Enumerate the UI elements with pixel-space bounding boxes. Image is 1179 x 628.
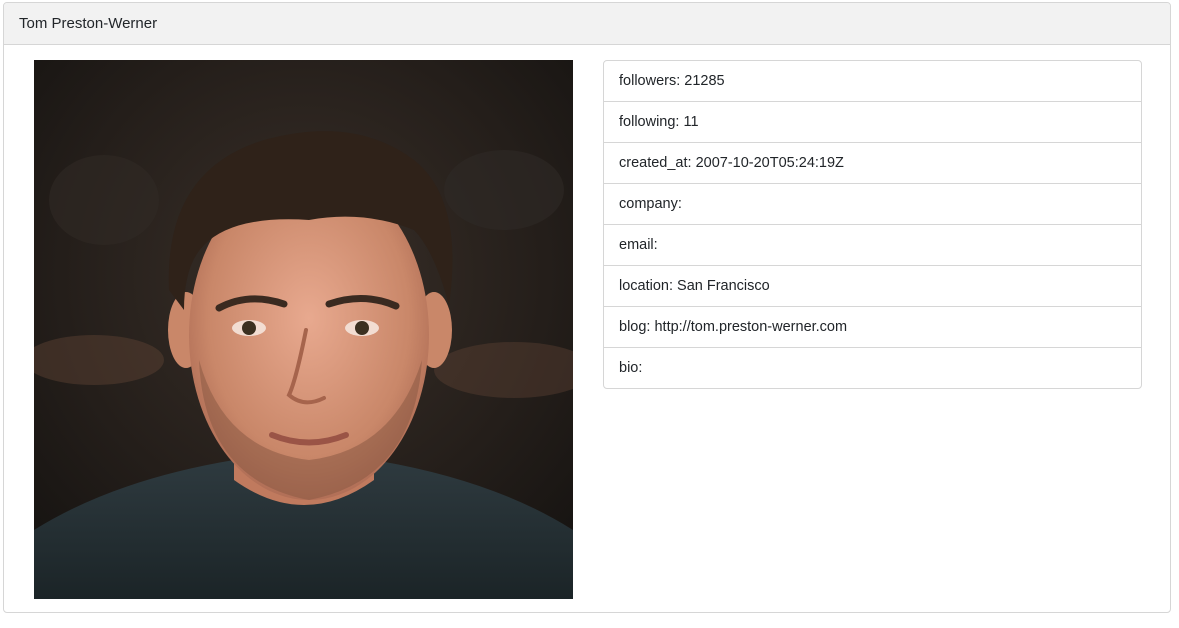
profile-card: Tom Preston-Werner followers: 21285 foll… [3, 2, 1171, 613]
detail-blog: blog: http://tom.preston-werner.com [604, 307, 1141, 348]
profile-details-list: followers: 21285 following: 11 created_a… [603, 60, 1142, 389]
detail-bio: bio: [619, 360, 643, 376]
detail-location: location: San Francisco [604, 266, 1141, 307]
detail-followers: followers: 21285 [604, 61, 1141, 102]
detail-company: company: [604, 184, 1141, 225]
detail-following: following: 11 [604, 102, 1141, 143]
detail-created-at: created_at: 2007-10-20T05:24:19Z [604, 143, 1141, 184]
profile-name-header: Tom Preston-Werner [4, 3, 1170, 45]
detail-email: email: [604, 225, 1141, 266]
avatar [34, 60, 573, 599]
